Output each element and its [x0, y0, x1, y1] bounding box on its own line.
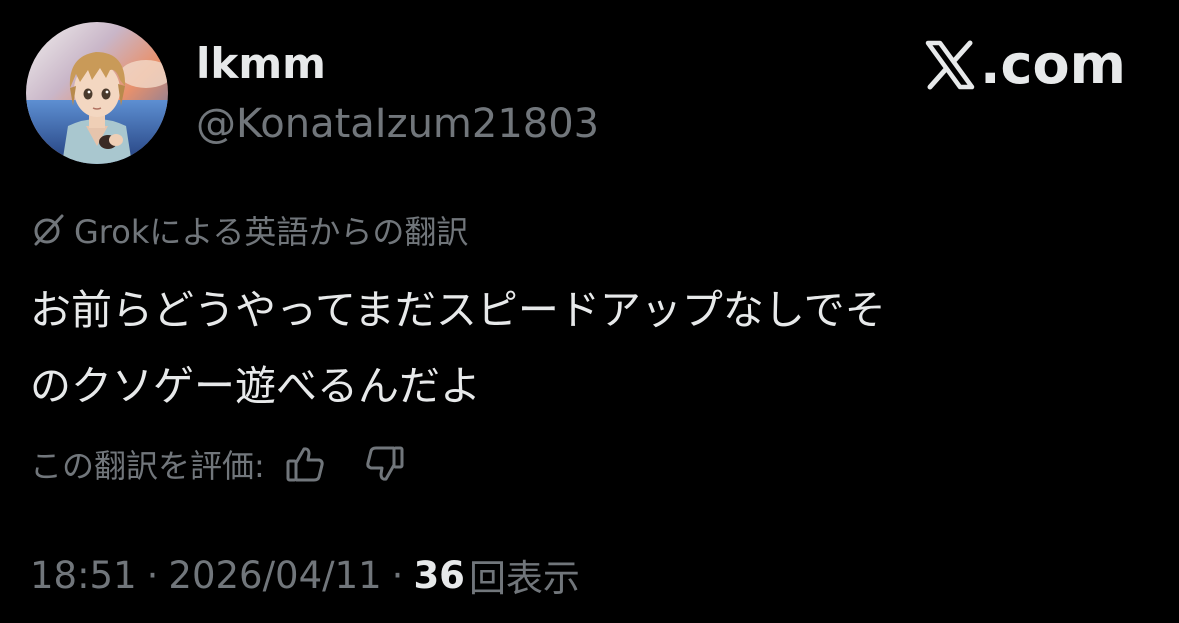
translation-label-text: Grokによる英語からの翻訳: [74, 213, 469, 251]
tweet-date[interactable]: 2026/04/11: [168, 554, 381, 597]
meta-separator: ·: [391, 553, 404, 597]
tweet-text-line: お前らどうやってまだスピードアップなしでそ: [30, 286, 886, 334]
tweet-meta: 18:51 · 2026/04/11 · 36 回表示: [30, 548, 580, 602]
brand-domain: .com: [980, 33, 1126, 96]
display-name[interactable]: lkmm: [196, 36, 326, 92]
avatar[interactable]: [26, 22, 168, 164]
thumbs-up-button[interactable]: [279, 438, 331, 490]
rate-translation: この翻訳を評価:: [30, 438, 411, 490]
x-brand: .com: [924, 30, 1126, 100]
tweet-time[interactable]: 18:51: [30, 554, 137, 597]
tweet-text: お前らどうやってまだスピードアップなしでそ のクソゲー遊べるんだよ: [30, 272, 1150, 424]
rate-translation-label: この翻訳を評価:: [30, 447, 265, 485]
x-logo-icon: [925, 40, 975, 90]
tweet-text-line: のクソゲー遊べるんだよ: [30, 362, 481, 410]
translation-label: Grokによる英語からの翻訳: [30, 208, 468, 252]
views-count[interactable]: 36: [413, 554, 465, 597]
thumbs-down-icon: [366, 446, 404, 481]
grok-icon: [34, 214, 64, 246]
meta-separator: ·: [146, 553, 159, 597]
views-label: 回表示: [468, 557, 580, 600]
tweet: lkmm @KonataIzum21803 .com Grokによる英語からの翻…: [0, 0, 1179, 623]
anime-character-avatar-icon: [26, 22, 168, 164]
thumbs-up-icon: [286, 447, 324, 482]
user-handle[interactable]: @KonataIzum21803: [196, 96, 599, 152]
thumbs-down-button[interactable]: [359, 438, 411, 490]
